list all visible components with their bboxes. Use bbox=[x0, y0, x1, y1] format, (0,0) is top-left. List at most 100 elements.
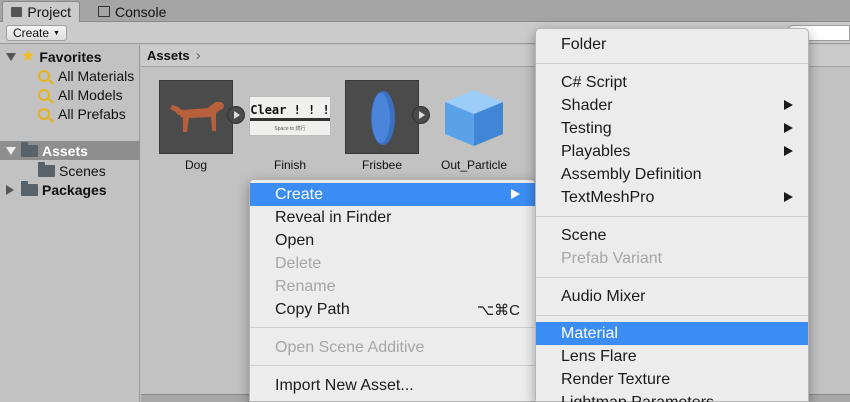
menu-item-label: Render Texture bbox=[561, 370, 671, 388]
expand-prefab-icon[interactable] bbox=[412, 106, 430, 124]
tree-item-scenes[interactable]: Scenes bbox=[0, 161, 140, 180]
tree-item-assets[interactable]: Assets bbox=[0, 141, 140, 160]
assets-label: Assets bbox=[42, 142, 88, 159]
menu-item-rename: Rename bbox=[250, 275, 535, 298]
menu-item-label: Create bbox=[275, 185, 324, 203]
breadcrumb-assets[interactable]: Assets bbox=[147, 48, 190, 63]
search-filter-icon bbox=[38, 107, 50, 120]
tree-item-favorites[interactable]: ★ Favorites bbox=[0, 47, 140, 66]
tree-item-all-materials[interactable]: All Materials bbox=[0, 66, 140, 85]
menu-item-label: Folder bbox=[561, 35, 607, 53]
tab-console-label: Console bbox=[115, 3, 167, 20]
menu-item-label: Scene bbox=[561, 226, 607, 244]
menu-item-textmeshpro[interactable]: TextMeshPro bbox=[536, 186, 808, 209]
submenu-arrow-icon bbox=[784, 146, 793, 156]
create-submenu: Folder C# Script Shader Testing Playable… bbox=[535, 28, 809, 402]
asset-label: Frisbee bbox=[361, 158, 402, 172]
menu-item-label: Audio Mixer bbox=[561, 287, 646, 305]
shortcut-label: ⌥⌘C bbox=[476, 301, 520, 319]
menu-item-render-texture[interactable]: Render Texture bbox=[536, 368, 808, 391]
menu-separator bbox=[536, 315, 808, 316]
finish-preview-sub: Space to 続行 bbox=[274, 126, 306, 132]
menu-separator bbox=[536, 63, 808, 64]
dog-model-icon bbox=[159, 80, 233, 154]
chevron-right-icon: › bbox=[195, 47, 201, 64]
menu-item-create[interactable]: Create bbox=[250, 183, 535, 206]
menu-item-label: Rename bbox=[275, 277, 336, 295]
favorites-label: Favorites bbox=[39, 48, 102, 65]
submenu-arrow-icon bbox=[784, 192, 793, 202]
search-filter-icon bbox=[38, 69, 50, 82]
menu-item-label: Playables bbox=[561, 142, 631, 160]
menu-item-import-new-asset[interactable]: Import New Asset... bbox=[250, 374, 535, 397]
menu-item-testing[interactable]: Testing bbox=[536, 117, 808, 140]
menu-separator bbox=[250, 365, 535, 366]
packages-label: Packages bbox=[42, 181, 107, 198]
asset-item-out-particle[interactable]: Out_Particle bbox=[429, 80, 519, 172]
menu-item-csharp-script[interactable]: C# Script bbox=[536, 71, 808, 94]
menu-item-lens-flare[interactable]: Lens Flare bbox=[536, 345, 808, 368]
dropdown-arrow-icon: ▼ bbox=[53, 29, 60, 37]
menu-separator bbox=[250, 327, 535, 328]
menu-item-label: Shader bbox=[561, 96, 613, 114]
tree-item-label: Scenes bbox=[59, 162, 106, 179]
console-icon bbox=[98, 6, 110, 17]
collapse-arrow-icon[interactable] bbox=[6, 184, 14, 195]
submenu-arrow-icon bbox=[784, 100, 793, 110]
tree-item-label: All Prefabs bbox=[58, 105, 126, 122]
menu-item-audio-mixer[interactable]: Audio Mixer bbox=[536, 285, 808, 308]
menu-item-open[interactable]: Open bbox=[250, 229, 535, 252]
menu-item-assembly-definition[interactable]: Assembly Definition bbox=[536, 163, 808, 186]
create-dropdown-button[interactable]: Create ▼ bbox=[6, 25, 67, 41]
tree-item-label: All Models bbox=[58, 86, 123, 103]
menu-item-label: Delete bbox=[275, 254, 322, 272]
menu-item-label: Testing bbox=[561, 119, 612, 137]
tab-console[interactable]: Console bbox=[90, 1, 180, 22]
menu-item-folder[interactable]: Folder bbox=[536, 33, 808, 56]
tree-item-packages[interactable]: Packages bbox=[0, 180, 140, 199]
asset-label: Dog bbox=[184, 158, 207, 172]
menu-item-label: Prefab Variant bbox=[561, 249, 663, 267]
cube-prefab-icon bbox=[437, 80, 511, 154]
asset-label: Out_Particle bbox=[440, 158, 508, 172]
finish-prefab-icon: Clear ! ! ! Space to 続行 bbox=[249, 80, 331, 154]
folder-icon bbox=[11, 7, 23, 17]
asset-label: Finish bbox=[273, 158, 306, 172]
frisbee-model-icon bbox=[345, 80, 419, 154]
menu-item-shader[interactable]: Shader bbox=[536, 94, 808, 117]
menu-item-label: Reveal in Finder bbox=[275, 208, 392, 226]
folder-icon bbox=[21, 180, 38, 196]
menu-separator bbox=[536, 277, 808, 278]
menu-item-playables[interactable]: Playables bbox=[536, 140, 808, 163]
expand-arrow-icon[interactable] bbox=[6, 146, 16, 155]
menu-item-lightmap-parameters[interactable]: Lightmap Parameters bbox=[536, 391, 808, 402]
menu-item-label: Open bbox=[275, 231, 315, 249]
tree-item-label: All Materials bbox=[58, 67, 135, 84]
create-button-label: Create bbox=[13, 26, 50, 40]
submenu-arrow-icon bbox=[784, 123, 793, 133]
menu-item-label: Copy Path bbox=[275, 300, 350, 318]
folder-icon bbox=[21, 141, 38, 157]
project-tree-panel: ★ Favorites All Materials All Models All… bbox=[0, 45, 140, 402]
menu-item-reveal-in-finder[interactable]: Reveal in Finder bbox=[250, 206, 535, 229]
menu-item-label: Open Scene Additive bbox=[275, 338, 425, 356]
context-menu: Create Reveal in Finder Open Delete Rena… bbox=[249, 179, 536, 402]
menu-item-open-scene-additive: Open Scene Additive bbox=[250, 336, 535, 359]
menu-item-label: TextMeshPro bbox=[561, 188, 655, 206]
menu-item-scene[interactable]: Scene bbox=[536, 224, 808, 247]
menu-item-label: Import New Asset... bbox=[275, 376, 414, 394]
asset-item-finish[interactable]: Clear ! ! ! Space to 続行 Finish bbox=[245, 80, 335, 172]
submenu-arrow-icon bbox=[511, 189, 520, 199]
menu-item-label: Lightmap Parameters bbox=[561, 393, 714, 402]
menu-item-label: Material bbox=[561, 324, 618, 342]
menu-item-material[interactable]: Material bbox=[536, 322, 808, 345]
search-filter-icon bbox=[38, 88, 50, 101]
tree-item-all-prefabs[interactable]: All Prefabs bbox=[0, 104, 140, 123]
menu-item-prefab-variant: Prefab Variant bbox=[536, 247, 808, 270]
expand-prefab-icon[interactable] bbox=[227, 106, 245, 124]
tree-item-all-models[interactable]: All Models bbox=[0, 85, 140, 104]
expand-arrow-icon[interactable] bbox=[6, 52, 16, 61]
tab-project[interactable]: Project bbox=[2, 1, 80, 22]
menu-item-copy-path[interactable]: Copy Path ⌥⌘C bbox=[250, 298, 535, 321]
menu-separator bbox=[536, 216, 808, 217]
